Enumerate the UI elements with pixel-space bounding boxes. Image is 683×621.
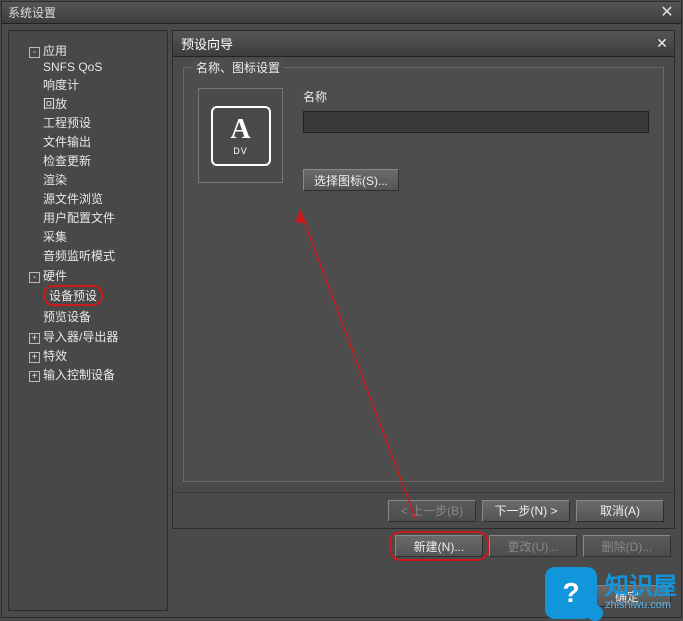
cancel-button[interactable]: 取消(A)	[576, 500, 664, 522]
change-button: 更改(U)...	[489, 535, 577, 557]
minus-icon[interactable]: -	[29, 272, 40, 283]
body-area: -应用 SNFS QoS 响度计 回放 工程预设 文件输出 检查更新 渲染 源文…	[2, 24, 681, 617]
next-button[interactable]: 下一步(N) >	[482, 500, 570, 522]
wizard-close-icon[interactable]: ✕	[650, 35, 674, 52]
right-column: 预设向导 ✕ 名称、图标设置 A DV 名称	[172, 30, 675, 611]
new-button-highlight: 新建(N)...	[395, 535, 483, 557]
tree-source-browse[interactable]: 源文件浏览	[43, 189, 161, 208]
tree-effects[interactable]: +特效	[29, 346, 161, 365]
tree-preview-device[interactable]: 预览设备	[43, 307, 161, 326]
tree-check-update[interactable]: 检查更新	[43, 151, 161, 170]
select-icon-button[interactable]: 选择图标(S)...	[303, 169, 399, 191]
preset-toolbar: 新建(N)... 更改(U)... 删除(D)...	[172, 529, 675, 559]
device-preset-highlight: 设备预设	[43, 285, 103, 306]
ok-row: 确定	[172, 559, 675, 611]
delete-button: 删除(D)...	[583, 535, 671, 557]
preset-icon: A DV	[211, 106, 271, 166]
tree-importer[interactable]: +导入器/导出器	[29, 327, 161, 346]
tree-playback[interactable]: 回放	[43, 94, 161, 113]
tree-loudness[interactable]: 响度计	[43, 75, 161, 94]
prev-button: < 上一步(B)	[388, 500, 476, 522]
tree-project-preset[interactable]: 工程预设	[43, 113, 161, 132]
window-title: 系统设置	[8, 4, 56, 21]
tree-app[interactable]: -应用 SNFS QoS 响度计 回放 工程预设 文件输出 检查更新 渲染 源文…	[29, 41, 161, 266]
tree-file-output[interactable]: 文件输出	[43, 132, 161, 151]
fields: 名称 选择图标(S)...	[303, 88, 649, 191]
wizard-title: 预设向导	[181, 34, 233, 53]
wizard-footer: < 上一步(B) 下一步(N) > 取消(A)	[173, 492, 674, 528]
tree-render[interactable]: 渲染	[43, 170, 161, 189]
tree-user-config[interactable]: 用户配置文件	[43, 208, 161, 227]
group-label: 名称、图标设置	[192, 59, 284, 76]
ok-button[interactable]: 确定	[583, 585, 671, 607]
tree-snfs-qos[interactable]: SNFS QoS	[43, 59, 161, 75]
settings-tree: -应用 SNFS QoS 响度计 回放 工程预设 文件输出 检查更新 渲染 源文…	[15, 41, 161, 384]
tree-device-preset[interactable]: 设备预设	[43, 284, 161, 307]
name-icon-group: 名称、图标设置 A DV 名称 选择图标(S)...	[183, 67, 664, 482]
system-settings-window: 系统设置 ✕ -应用 SNFS QoS 响度计 回放 工程预设 文件输出 检查更…	[1, 1, 682, 618]
plus-icon[interactable]: +	[29, 333, 40, 344]
new-button[interactable]: 新建(N)...	[395, 535, 483, 557]
name-input[interactable]	[303, 111, 649, 133]
preset-wizard-dialog: 预设向导 ✕ 名称、图标设置 A DV 名称	[172, 30, 675, 529]
name-label: 名称	[303, 88, 649, 105]
tree-hardware[interactable]: -硬件 设备预设 预览设备	[29, 266, 161, 327]
wizard-titlebar: 预设向导 ✕	[173, 31, 674, 57]
window-close-icon[interactable]: ✕	[653, 3, 681, 23]
window-titlebar: 系统设置 ✕	[2, 2, 681, 24]
tree-audio-monitor[interactable]: 音频监听模式	[43, 246, 161, 265]
plus-icon[interactable]: +	[29, 352, 40, 363]
tree-input-control[interactable]: +输入控制设备	[29, 365, 161, 384]
tree-capture[interactable]: 采集	[43, 227, 161, 246]
icon-preview: A DV	[198, 88, 283, 183]
plus-icon[interactable]: +	[29, 371, 40, 382]
minus-icon[interactable]: -	[29, 47, 40, 58]
sidebar: -应用 SNFS QoS 响度计 回放 工程预设 文件输出 检查更新 渲染 源文…	[8, 30, 168, 611]
